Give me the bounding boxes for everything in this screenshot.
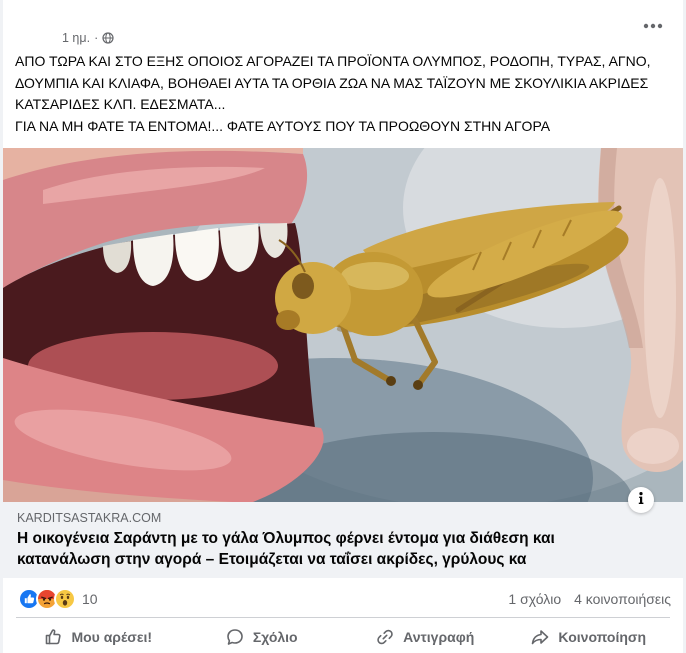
grasshopper-claw <box>413 380 423 390</box>
post-text-line: ΚΑΤΣΑΡΙΔΕΣ ΚΛΠ. ΕΔΕΣΜΑΤΑ... <box>15 96 226 112</box>
grasshopper-claw <box>386 376 396 386</box>
copy-button-label: Αντιγραφή <box>403 629 475 645</box>
info-button[interactable] <box>628 487 654 513</box>
comment-button-label: Σχόλιο <box>252 629 298 645</box>
share-button-label: Κοινοποίηση <box>558 629 647 645</box>
globe-icon[interactable] <box>102 32 114 44</box>
link-preview-image[interactable] <box>3 148 683 502</box>
meta-separator: · <box>94 31 99 45</box>
link-caption[interactable]: KARDITSASTAKRA.COM Η οικογένεια Σαράντη … <box>3 502 683 578</box>
wow-reaction-icon <box>54 588 76 610</box>
post-card: 1 ημ. · ΑΠΟ ΤΩΡΑ ΚΑΙ ΣΤΟ ΕΞΗΣ ΟΠΟΙΟΣ ΑΓΟ… <box>3 0 683 653</box>
post-text-line: ΓΙΑ ΝΑ ΜΗ ΦΑΤΕ ΤΑ ΕΝΤΟΜΑ!... ΦΑΤΕ ΑΥΤΟΥΣ… <box>15 117 551 134</box>
post-menu-button[interactable] <box>641 16 665 34</box>
link-icon <box>375 627 395 647</box>
engagement-counts: 1 σχόλιο 4 κοινοποιήσεις <box>508 589 671 609</box>
comment-button[interactable]: Σχόλιο <box>180 622 344 652</box>
share-count[interactable]: 4 κοινοποιήσεις <box>574 591 671 607</box>
link-title[interactable]: Η οικογένεια Σαράντη με το γάλα Όλυμπος … <box>17 528 637 570</box>
grasshopper-thorax-highlight <box>341 262 409 290</box>
copy-button[interactable]: Αντιγραφή <box>343 622 507 652</box>
comment-count[interactable]: 1 σχόλιο <box>508 591 561 607</box>
info-icon <box>634 491 648 510</box>
grasshopper-mouthparts <box>276 310 300 330</box>
post-text: ΑΠΟ ΤΩΡΑ ΚΑΙ ΣΤΟ ΕΞΗΣ ΟΠΟΙΟΣ ΑΓΟΡΑΖΕΙ ΤΑ… <box>15 51 679 137</box>
post-text-line: ΑΠΟ ΤΩΡΑ ΚΑΙ ΣΤΟ ΕΞΗΣ ΟΠΟΙΟΣ ΑΓΟΡΑΖΕΙ ΤΑ… <box>15 53 651 69</box>
like-button-label: Μου αρέσει! <box>71 629 153 645</box>
link-domain: KARDITSASTAKRA.COM <box>17 511 162 525</box>
comment-icon <box>225 627 245 647</box>
link-title-line: κατανάλωση στην αγορά – Ετοιμάζεται να τ… <box>17 551 527 568</box>
share-icon <box>530 627 550 647</box>
link-title-line: Η οικογένεια Σαράντη με το γάλα Όλυμπος … <box>17 530 555 547</box>
finger-highlight <box>644 178 676 418</box>
more-dots-icon <box>643 16 663 34</box>
link-preview[interactable]: KARDITSASTAKRA.COM Η οικογένεια Σαράντη … <box>3 148 683 578</box>
post-text-line: ΔΟΥΜΠΙΑ ΚΑΙ ΚΛΙΑΦΑ, ΒΟΗΘΑΕΙ ΑΥΤΑ ΤΑ ΟΡΘΙ… <box>15 74 649 91</box>
grasshopper-eye <box>292 273 314 299</box>
post-timestamp[interactable]: 1 ημ. <box>62 31 90 45</box>
fingertip <box>627 428 679 464</box>
reaction-count[interactable]: 10 <box>82 591 98 607</box>
post-actions: Μου αρέσει! Σχόλιο Αντιγραφή Κοινοποίηση <box>16 622 670 652</box>
reaction-summary[interactable]: 10 <box>18 588 98 610</box>
thumbs-up-icon <box>43 627 63 647</box>
post-meta: 1 ημ. · <box>62 30 114 46</box>
like-button[interactable]: Μου αρέσει! <box>16 622 180 652</box>
share-button[interactable]: Κοινοποίηση <box>507 622 671 652</box>
actions-divider <box>16 617 670 618</box>
